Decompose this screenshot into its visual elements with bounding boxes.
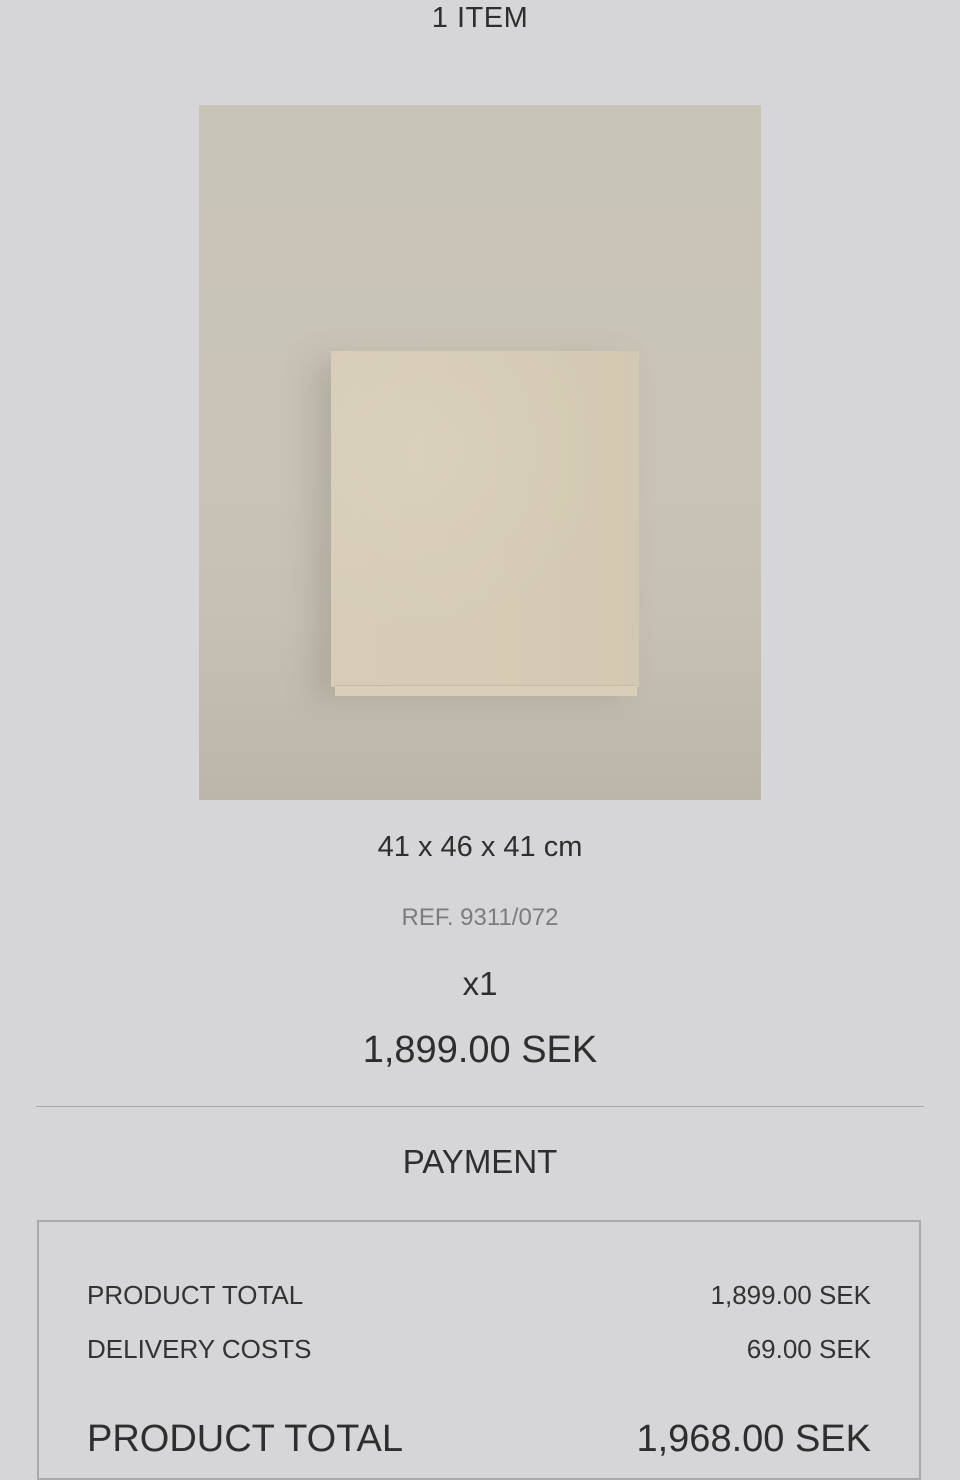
product-cube-shape bbox=[331, 351, 639, 687]
summary-row-label: DELIVERY COSTS bbox=[87, 1334, 312, 1364]
product-cube-base bbox=[335, 685, 637, 696]
product-dimensions: 41 x 46 x 41 cm bbox=[377, 831, 583, 863]
summary-row-delivery-costs: DELIVERY COSTS 69.00 SEK bbox=[87, 1334, 871, 1365]
grand-total-label: PRODUCT TOTAL bbox=[87, 1418, 404, 1460]
summary-row-grand-total: PRODUCT TOTAL 1,968.00 SEK bbox=[87, 1418, 871, 1461]
product-reference: REF. 9311/072 bbox=[401, 904, 559, 931]
product-image[interactable] bbox=[199, 105, 761, 800]
item-count-heading: 1 ITEM bbox=[431, 2, 529, 34]
summary-row-value: 1,899.00 SEK bbox=[710, 1280, 871, 1310]
summary-row-value: 69.00 SEK bbox=[746, 1334, 871, 1364]
payment-summary-box: PRODUCT TOTAL 1,899.00 SEK DELIVERY COST… bbox=[37, 1220, 921, 1480]
summary-row-product-total: PRODUCT TOTAL 1,899.00 SEK bbox=[87, 1280, 871, 1311]
grand-total-value: 1,968.00 SEK bbox=[636, 1418, 871, 1460]
payment-heading: PAYMENT bbox=[402, 1143, 558, 1180]
section-divider bbox=[36, 1106, 924, 1107]
product-quantity: x1 bbox=[462, 965, 498, 1002]
summary-row-label: PRODUCT TOTAL bbox=[87, 1280, 304, 1310]
product-price: 1,899.00 SEK bbox=[362, 1029, 598, 1071]
